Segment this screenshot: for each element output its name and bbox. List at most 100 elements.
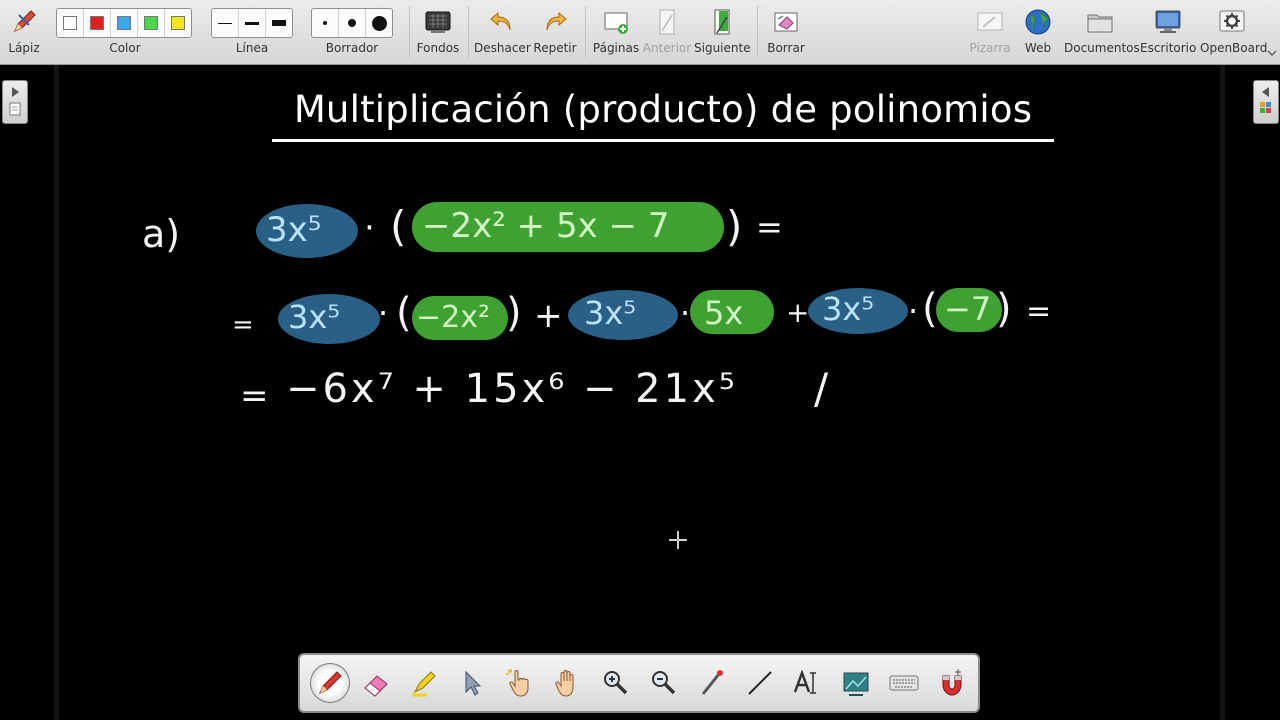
- redo-label: Repetir: [533, 41, 577, 55]
- toolbar-scroll-arrow-icon[interactable]: [1267, 48, 1277, 58]
- keyboard-icon: [889, 675, 919, 691]
- page-title: Multiplicación (producto) de polinomios: [293, 88, 1033, 131]
- magnet-tool-button[interactable]: [932, 663, 972, 703]
- pencil-label: Lápiz: [8, 41, 40, 55]
- term1-monomial: 3x⁵: [288, 298, 341, 336]
- color-green[interactable]: [138, 9, 165, 37]
- zoom-in-tool-button[interactable]: [596, 663, 636, 703]
- swatch-blue: [117, 16, 131, 30]
- documents-label: Documentos: [1064, 41, 1140, 55]
- stylus-palette: [298, 653, 980, 713]
- text-tool-button[interactable]: [788, 663, 828, 703]
- exercise-label: a): [142, 212, 181, 256]
- eraser-icon: [364, 675, 388, 697]
- color-selector: [56, 8, 192, 38]
- right-board-edge: [1220, 65, 1225, 720]
- expand-left-icon: [1260, 87, 1271, 113]
- toolbar-divider: [757, 6, 758, 58]
- equals-sign: =: [756, 208, 783, 246]
- line-icon: [748, 671, 772, 695]
- selector-icon: [465, 670, 482, 696]
- clear-label: Borrar: [767, 41, 805, 55]
- term3-factor: −7: [944, 290, 992, 328]
- redo-button[interactable]: Repetir: [532, 0, 578, 64]
- polynomial-term: −2x² + 5x − 7: [422, 206, 670, 246]
- previous-page-button[interactable]: Anterior: [642, 0, 692, 64]
- close-parenthesis: ): [726, 202, 743, 251]
- multiply-dot: ·: [364, 208, 375, 248]
- backgrounds-button[interactable]: Fondos: [412, 0, 464, 64]
- right-palette-handle[interactable]: [1253, 80, 1279, 124]
- color-red[interactable]: [84, 9, 111, 37]
- color-blue[interactable]: [111, 9, 138, 37]
- line-tool-button[interactable]: [740, 663, 780, 703]
- close-parenthesis: ): [996, 286, 1012, 332]
- swatch-yellow: [171, 16, 185, 30]
- line-width-group: Línea: [211, 0, 293, 64]
- open-parenthesis: (: [396, 290, 412, 336]
- laser-pointer-tool-button[interactable]: [692, 663, 732, 703]
- selector-tool-button[interactable]: [452, 663, 492, 703]
- capture-icon: [843, 672, 869, 696]
- web-label: Web: [1024, 41, 1052, 55]
- laser-pointer-icon: [701, 670, 723, 695]
- highlighter-icon: [412, 671, 436, 697]
- title-underline: [272, 139, 1054, 142]
- line-thick[interactable]: [266, 9, 292, 37]
- eraser-label: Borrador: [325, 41, 379, 55]
- zoom-out-icon: [652, 671, 676, 695]
- redo-icon: [546, 11, 567, 31]
- eraser-small[interactable]: [312, 9, 339, 37]
- term2-factor: 5x: [704, 294, 744, 332]
- openboard-menu-button[interactable]: OpenBoard: [1200, 0, 1268, 64]
- pages-button[interactable]: Páginas: [590, 0, 642, 64]
- left-palette-handle[interactable]: [2, 80, 28, 124]
- pencil-button[interactable]: Lápiz: [2, 0, 46, 64]
- eraser-size-selector: [311, 8, 393, 38]
- previous-page-icon: [659, 9, 675, 35]
- previous-label: Anterior: [642, 41, 692, 55]
- undo-button[interactable]: Deshacer: [474, 0, 531, 64]
- zoom-out-tool-button[interactable]: [644, 663, 684, 703]
- board-icon: [977, 12, 1003, 31]
- eraser-tool-button[interactable]: [356, 663, 396, 703]
- backgrounds-icon: [425, 11, 451, 33]
- hand-tool-button[interactable]: [548, 663, 588, 703]
- eraser-medium[interactable]: [339, 9, 366, 37]
- capture-tool-button[interactable]: [836, 663, 876, 703]
- web-button[interactable]: Web: [1016, 0, 1060, 64]
- line-medium[interactable]: [239, 9, 266, 37]
- board-label: Pizarra: [969, 41, 1011, 55]
- board-mode-button[interactable]: Pizarra: [966, 0, 1014, 64]
- undo-label: Deshacer: [474, 41, 531, 55]
- check-mark: /: [814, 364, 829, 413]
- highlighter-tool-button[interactable]: [404, 663, 444, 703]
- next-page-button[interactable]: Siguiente: [694, 0, 751, 64]
- desktop-button[interactable]: Escritorio: [1140, 0, 1196, 64]
- backgrounds-label: Fondos: [416, 41, 460, 55]
- swatch-white: [63, 16, 77, 30]
- close-parenthesis: ): [506, 290, 522, 336]
- pen-tool-button[interactable]: [310, 663, 350, 703]
- openboard-label: OpenBoard: [1200, 41, 1268, 55]
- color-white[interactable]: [57, 9, 84, 37]
- keyboard-tool-button[interactable]: [884, 663, 924, 703]
- hand-icon: [555, 670, 574, 697]
- interactor-tool-button[interactable]: [500, 663, 540, 703]
- left-board-edge: [54, 65, 59, 720]
- equals-sign: =: [1026, 294, 1052, 329]
- equals-sign: =: [232, 310, 254, 340]
- eraser-large[interactable]: [366, 9, 392, 37]
- color-yellow[interactable]: [165, 9, 191, 37]
- plus-sign: +: [534, 296, 563, 336]
- desktop-label: Escritorio: [1140, 41, 1197, 55]
- clear-page-button[interactable]: Borrar: [762, 0, 810, 64]
- documents-button[interactable]: Documentos: [1064, 0, 1140, 64]
- line-thin[interactable]: [212, 9, 239, 37]
- line-width-selector: [211, 8, 293, 38]
- toolbar-divider: [468, 6, 469, 58]
- interactor-icon: [506, 669, 529, 697]
- plus-sign: +: [786, 296, 810, 329]
- term2-monomial: 3x⁵: [584, 294, 637, 332]
- gear-icon: [1219, 10, 1245, 32]
